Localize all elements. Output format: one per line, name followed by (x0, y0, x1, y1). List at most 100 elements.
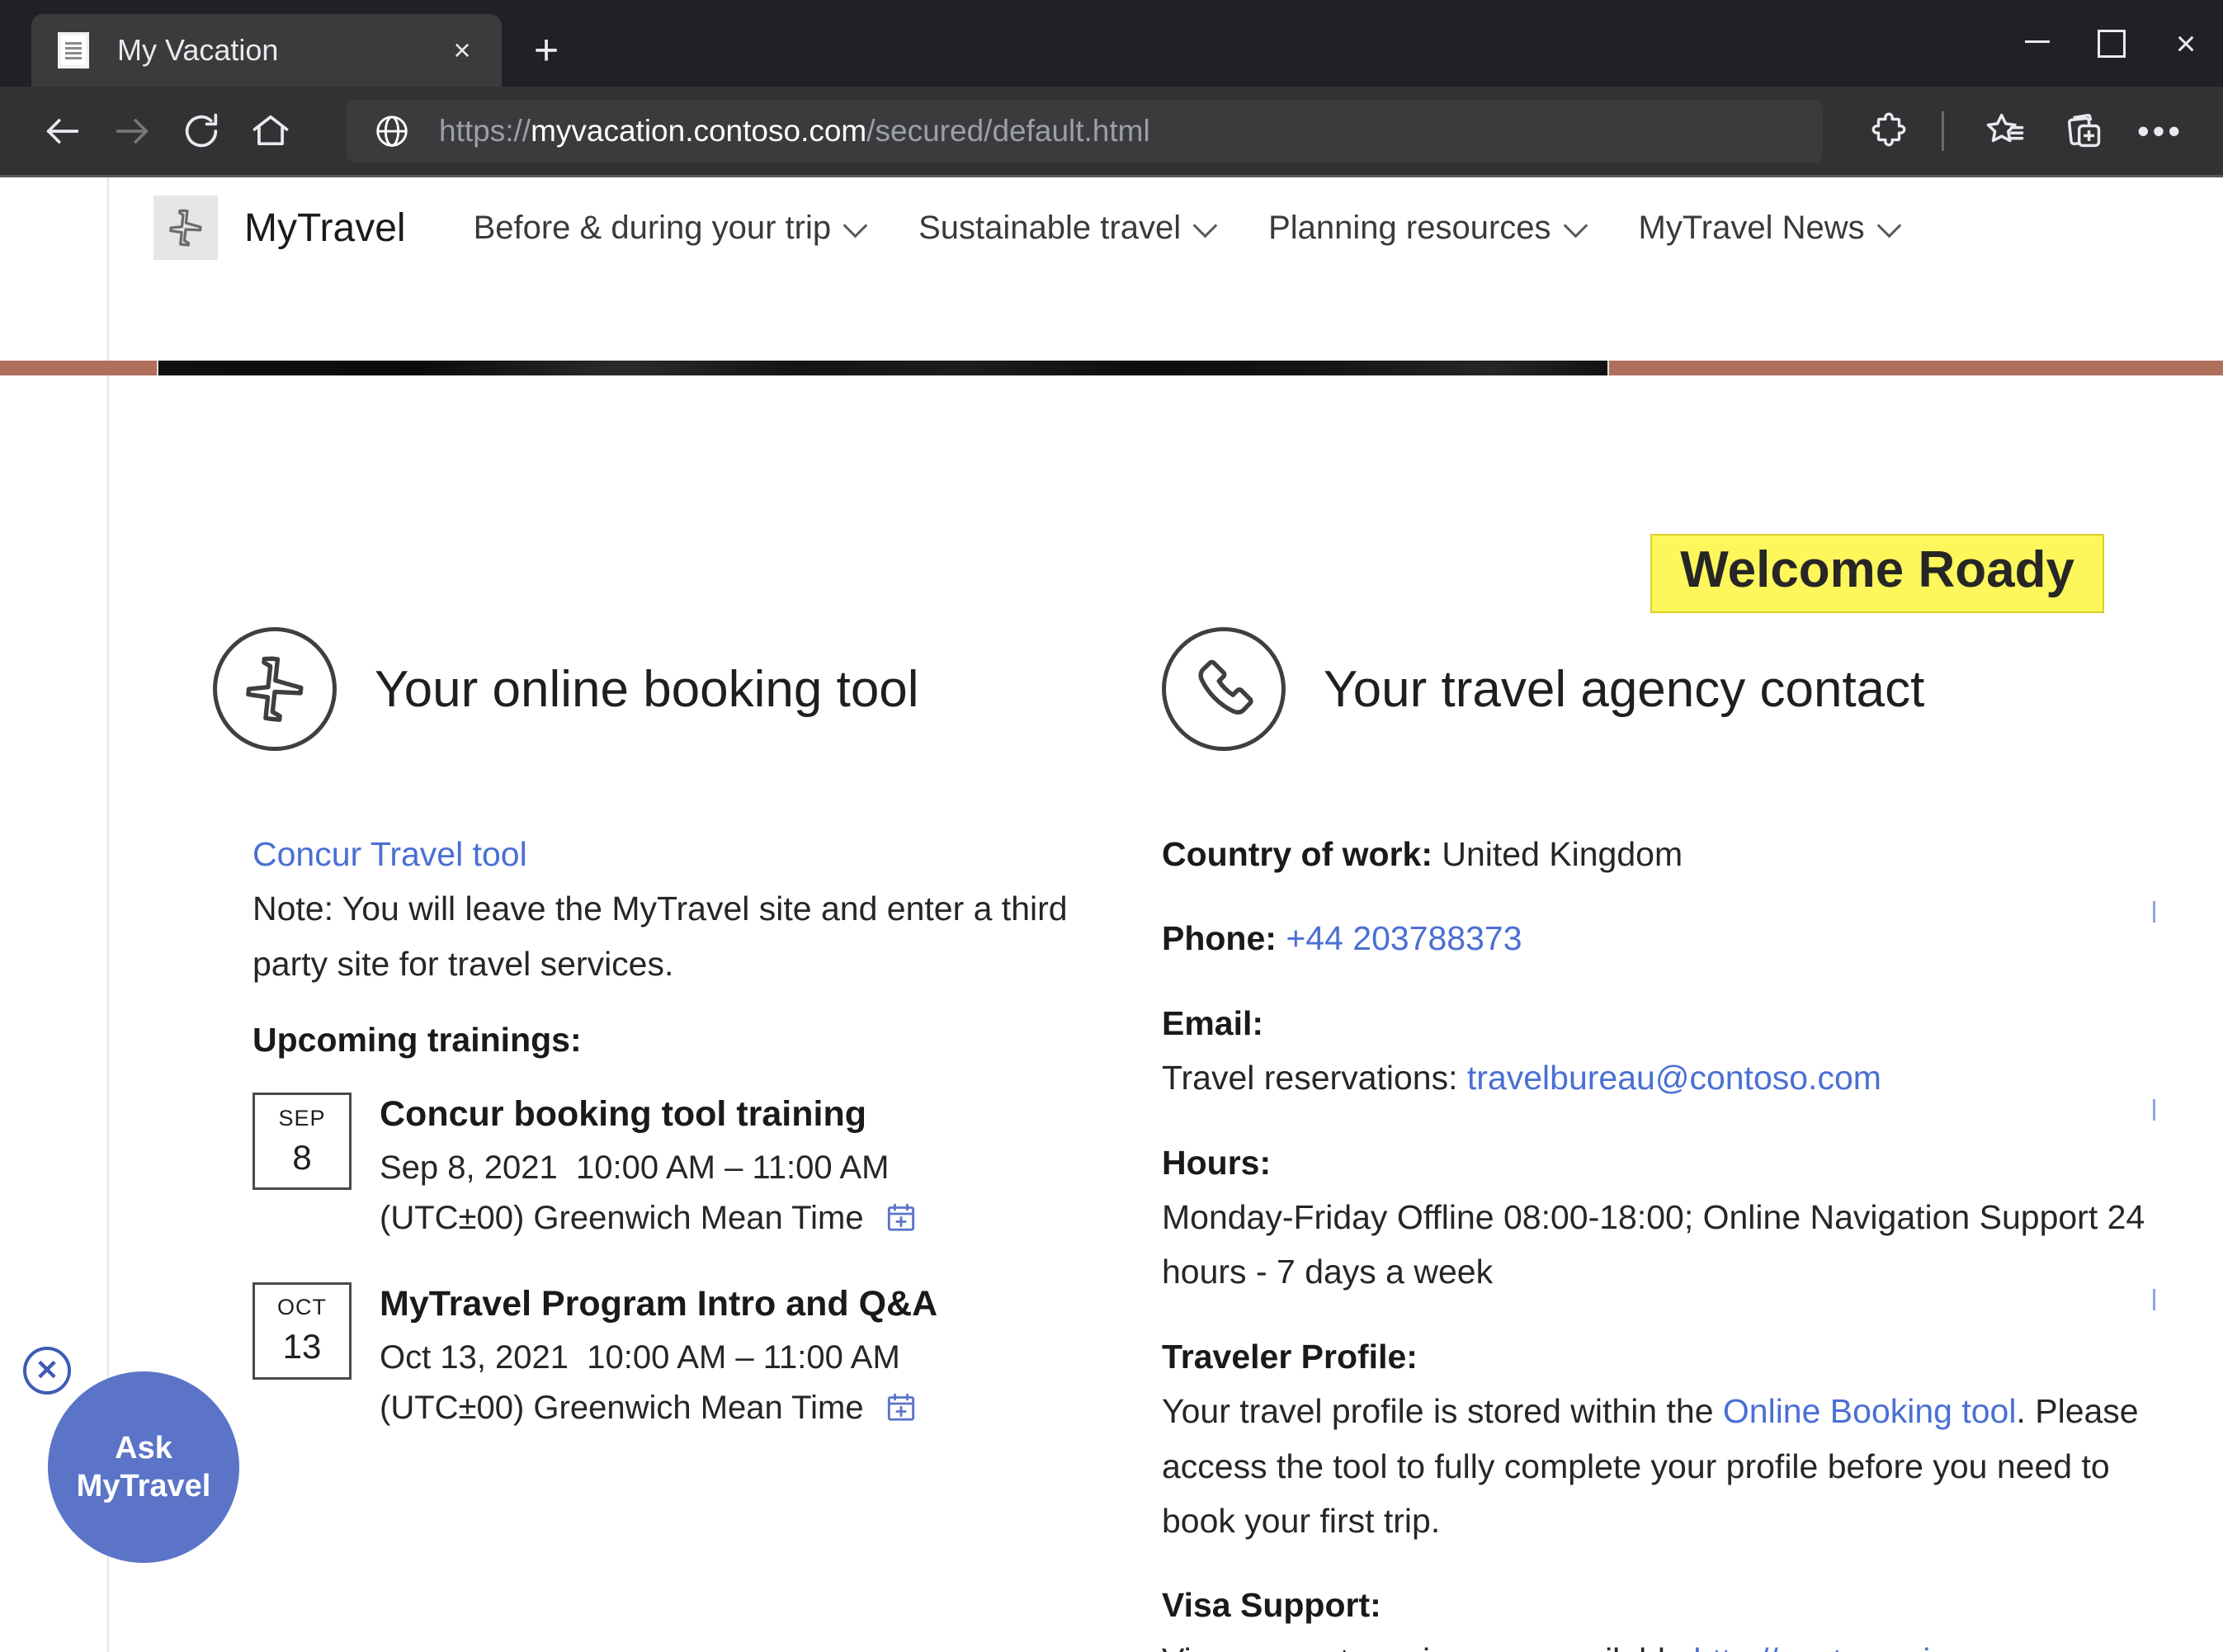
online-booking-tool-link[interactable]: Online Booking tool (1723, 1392, 2017, 1430)
hero-banner-strip (0, 361, 2223, 375)
airplane-logo-icon[interactable] (153, 196, 218, 260)
brand-name[interactable]: MyTravel (244, 205, 406, 251)
event-datetime: Sep 8, 2021 10:00 AM – 11:00 AM (380, 1143, 918, 1193)
puzzle-piece-icon[interactable] (1854, 97, 1923, 166)
hours-value: Monday-Friday Offline 08:00-18:00; Onlin… (1162, 1198, 2145, 1291)
close-icon[interactable]: × (441, 29, 484, 72)
visa-support-label: Visa Support: (1162, 1586, 1381, 1625)
browser-toolbar: https://myvacation.contoso.com/secured/d… (0, 87, 2223, 177)
country-of-work-label: Country of work: (1162, 835, 1432, 873)
airplane-circle-icon (213, 627, 337, 751)
booking-section-title: Your online booking tool (375, 660, 919, 718)
address-bar[interactable]: https://myvacation.contoso.com/secured/d… (347, 99, 1823, 163)
maximize-icon[interactable] (2074, 0, 2149, 87)
ask-mytravel-line1: Ask (115, 1430, 172, 1466)
visa-website-link[interactable]: http://contoso.visas.com (1693, 1641, 2056, 1652)
training-event: OCT 13 MyTravel Program Intro and Q&A Oc… (253, 1281, 1097, 1439)
agency-section: Your travel agency contact Country of wo… (1097, 627, 2170, 1652)
globe-icon (373, 112, 411, 150)
booking-section-header: Your online booking tool (213, 627, 1097, 751)
settings-more-icon[interactable]: ••• (2126, 97, 2195, 166)
event-date-box: SEP 8 (253, 1093, 352, 1191)
event-month: SEP (278, 1105, 326, 1130)
tab-strip: My Vacation × + × (0, 0, 2223, 87)
phone-value[interactable]: +44 203788373 (1286, 919, 1522, 957)
visa-support-text: Visa support services are available http… (1162, 1633, 2170, 1652)
url-path: /secured/default.html (866, 113, 1150, 148)
event-details: MyTravel Program Intro and Q&A Oct 13, 2… (380, 1282, 937, 1439)
event-details: Concur booking tool training Sep 8, 2021… (380, 1093, 918, 1249)
site-navigation: Before & during your trip Sustainable tr… (474, 210, 1901, 247)
close-icon[interactable]: ✕ (23, 1347, 71, 1395)
banner-color-left (0, 361, 157, 375)
hours-label: Hours: (1162, 1143, 1272, 1182)
upcoming-trainings-label: Upcoming trainings: (253, 1021, 582, 1060)
event-date-box: OCT 13 (253, 1281, 352, 1380)
home-icon[interactable] (236, 97, 305, 166)
nav-item-label: MyTravel News (1638, 209, 1865, 246)
event-day: 8 (292, 1137, 312, 1177)
ask-mytravel-button[interactable]: Ask MyTravel (48, 1371, 239, 1563)
email-label: Email: (1162, 1003, 1264, 1042)
browser-tab[interactable]: My Vacation × (31, 14, 502, 87)
document-icon (58, 32, 89, 68)
event-timezone-row: (UTC±00) Greenwich Mean Time (380, 1383, 937, 1439)
banner-photo (157, 361, 1609, 375)
email-prefix: Travel reservations: (1162, 1059, 1458, 1097)
back-arrow-icon[interactable] (28, 97, 97, 166)
banner-color-right (1609, 361, 2223, 375)
tab-title: My Vacation (117, 33, 279, 67)
forward-arrow-icon[interactable] (97, 97, 167, 166)
url-scheme: https:// (439, 113, 531, 148)
chevron-down-icon (1196, 222, 1217, 234)
booking-section-body: Concur Travel tool Note: You will leave … (213, 827, 1097, 1438)
minimize-icon[interactable] (2000, 0, 2074, 87)
phone-row: Phone: +44 203788373 (1162, 911, 2170, 965)
phone-circle-icon (1162, 627, 1286, 751)
agency-section-body: Country of work: United Kingdom Phone: +… (1162, 827, 2170, 1652)
collections-icon[interactable] (2048, 97, 2117, 166)
window-controls: × (2000, 0, 2223, 87)
nav-item-sustainable-travel[interactable]: Sustainable travel (918, 210, 1217, 247)
booking-note: Note: You will leave the MyTravel site a… (253, 890, 1068, 983)
event-datetime: Oct 13, 2021 10:00 AM – 11:00 AM (380, 1333, 937, 1383)
event-day: 13 (282, 1327, 322, 1366)
nav-item-label: Planning resources (1268, 209, 1551, 246)
traveler-profile-text: Your travel profile is stored within the… (1162, 1384, 2170, 1548)
reload-icon[interactable] (167, 97, 236, 166)
calendar-add-icon[interactable] (885, 1389, 918, 1439)
ask-mytravel-line2: MyTravel (76, 1469, 211, 1503)
email-row: Travel reservations: travelbureau@contos… (1162, 1050, 2170, 1105)
event-timezone-row: (UTC±00) Greenwich Mean Time (380, 1193, 918, 1249)
country-of-work-value: United Kingdom (1442, 835, 1683, 873)
window-close-icon[interactable]: × (2149, 0, 2223, 87)
nav-item-label: Sustainable travel (918, 209, 1182, 246)
email-address-link[interactable]: travelbureau@contoso.com (1467, 1059, 1881, 1097)
calendar-add-icon[interactable] (885, 1199, 918, 1249)
nav-item-planning-resources[interactable]: Planning resources (1268, 210, 1587, 247)
nav-item-before-during-your-trip[interactable]: Before & during your trip (474, 210, 868, 247)
event-date: Oct 13, 2021 (380, 1338, 569, 1376)
site-header: MyTravel Before & during your trip Susta… (0, 177, 2223, 278)
url-text: https://myvacation.contoso.com/secured/d… (439, 114, 1150, 149)
chevron-down-icon (1566, 222, 1588, 234)
profile-text-part-1: Your travel profile is stored within the (1162, 1392, 1723, 1431)
event-month: OCT (277, 1295, 327, 1320)
new-tab-button[interactable]: + (520, 24, 573, 77)
nav-item-mytravel-news[interactable]: MyTravel News (1639, 210, 1901, 247)
event-timezone: (UTC±00) Greenwich Mean Time (380, 1389, 864, 1426)
scroll-tick-mark (2153, 1289, 2155, 1310)
concur-travel-tool-link[interactable]: Concur Travel tool (253, 835, 527, 873)
chevron-down-icon (1880, 222, 1901, 234)
agency-section-header: Your travel agency contact (1162, 627, 2170, 751)
event-date: Sep 8, 2021 (380, 1149, 558, 1187)
event-timezone: (UTC±00) Greenwich Mean Time (380, 1200, 864, 1237)
country-of-work-row: Country of work: United Kingdom (1162, 827, 2170, 881)
agency-section-title: Your travel agency contact (1324, 660, 1925, 718)
favorites-star-icon[interactable] (1970, 97, 2040, 166)
event-time: 10:00 AM – 11:00 AM (587, 1338, 900, 1376)
nav-item-label: Before & during your trip (473, 209, 832, 246)
url-host: myvacation.contoso.com (531, 113, 867, 148)
page-viewport: MyTravel Before & during your trip Susta… (0, 177, 2223, 1652)
ask-mytravel-widget: Ask MyTravel ✕ (23, 1347, 246, 1569)
